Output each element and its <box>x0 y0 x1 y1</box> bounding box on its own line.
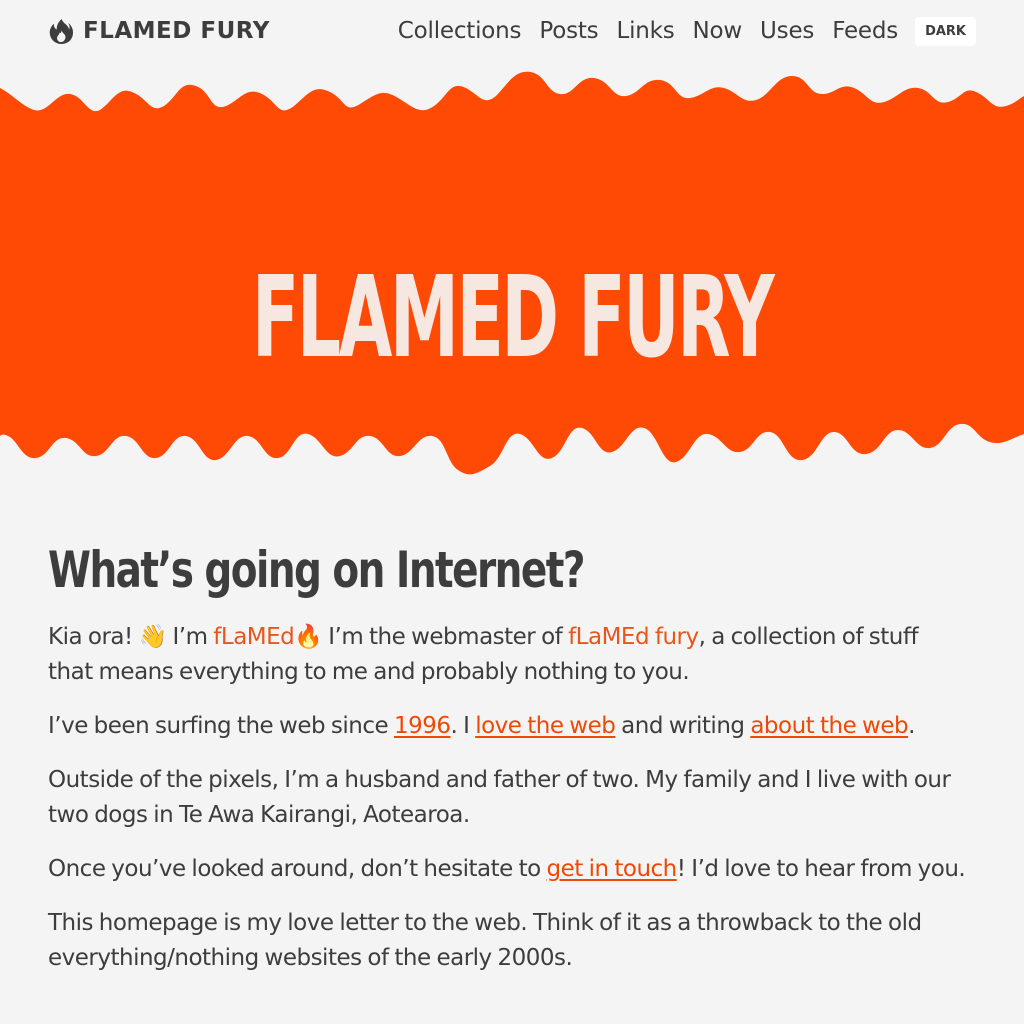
surfing-paragraph: I’ve been surfing the web since 1996. I … <box>48 709 968 744</box>
surfing-text-c: and writing <box>615 713 751 739</box>
surfing-text-d: . <box>908 713 915 739</box>
nav-posts[interactable]: Posts <box>530 18 607 44</box>
nav-collections[interactable]: Collections <box>389 18 531 44</box>
intro-text-b: 🔥 I’m the webmaster of <box>294 624 569 650</box>
main-content: What’s going on Internet? Kia ora! 👋 I’m… <box>48 540 968 995</box>
page-heading: What’s going on Internet? <box>48 541 585 599</box>
intro-paragraph: Kia ora! 👋 I’m fLaMEd🔥 I’m the webmaster… <box>48 620 968 690</box>
contact-paragraph: Once you’ve looked around, don’t hesitat… <box>48 852 968 887</box>
site-header: FLAMED FURY Collections Posts Links Now … <box>0 0 1024 62</box>
nav-uses[interactable]: Uses <box>751 18 823 44</box>
dark-mode-toggle[interactable]: DARK <box>915 16 976 46</box>
hero-title: FLAMED FURY <box>251 253 775 383</box>
family-paragraph: Outside of the pixels, I’m a husband and… <box>48 767 951 828</box>
nav-now[interactable]: Now <box>684 18 752 44</box>
nav-links[interactable]: Links <box>607 18 683 44</box>
link-1996[interactable]: 1996 <box>394 713 451 739</box>
contact-text-a: Once you’ve looked around, don’t hesitat… <box>48 856 547 882</box>
surfing-text-a: I’ve been surfing the web since <box>48 713 394 739</box>
link-about-the-web[interactable]: about the web <box>750 713 908 739</box>
link-love-the-web[interactable]: love the web <box>475 713 616 739</box>
main-nav: Collections Posts Links Now Uses Feeds D… <box>389 12 976 50</box>
hero-banner: FLAMED FURY <box>0 66 1024 486</box>
link-get-in-touch[interactable]: get in touch <box>547 856 678 882</box>
intro-text-a: Kia ora! 👋 I’m <box>48 624 214 650</box>
flame-icon <box>48 18 75 45</box>
author-name: fLaMEd <box>213 624 295 650</box>
brand-link[interactable]: FLAMED FURY <box>48 14 270 48</box>
brand-name: FLAMED FURY <box>83 18 270 44</box>
site-name: fLaMEd fury <box>568 624 699 650</box>
nav-feeds[interactable]: Feeds <box>823 18 907 44</box>
surfing-text-b: . I <box>450 713 476 739</box>
love-letter-paragraph: This homepage is my love letter to the w… <box>48 910 922 971</box>
contact-text-b: ! I’d love to hear from you. <box>676 856 966 882</box>
